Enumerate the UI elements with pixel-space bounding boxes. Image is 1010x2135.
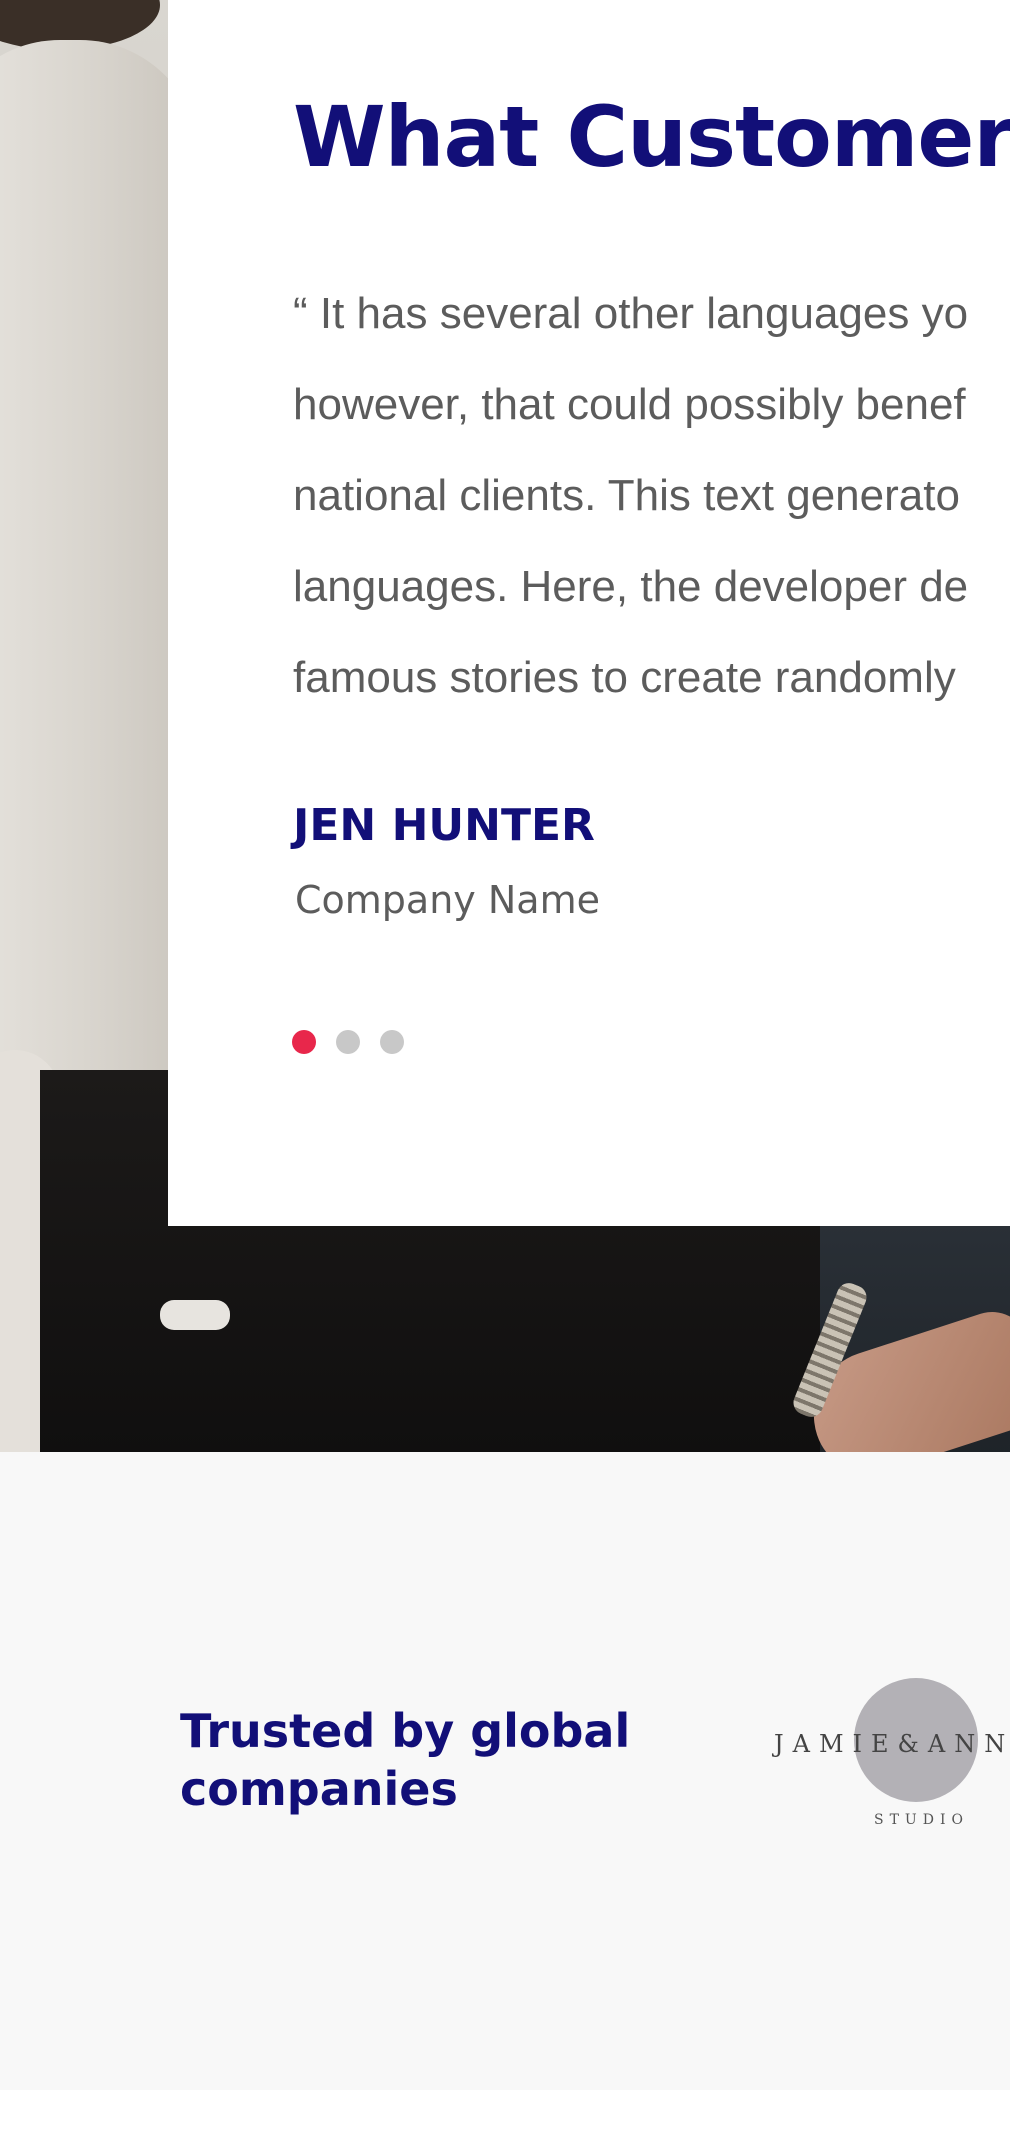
slider-dot[interactable] xyxy=(336,1030,360,1054)
quote-line: famous stories to create randomly xyxy=(293,653,956,702)
quote-line: however, that could possibly benef xyxy=(293,380,966,429)
author-company: Company Name xyxy=(295,878,600,922)
logo-subtext: STUDIO xyxy=(874,1812,969,1828)
slider-dot[interactable] xyxy=(380,1030,404,1054)
trusted-title-line: Trusted by global xyxy=(180,1704,631,1758)
quote-line: national clients. This text generato xyxy=(293,471,960,520)
slider-dots xyxy=(292,1030,404,1054)
quote-line: “ It has several other languages yo xyxy=(293,289,969,338)
photo-sneaker-shape xyxy=(160,1300,230,1330)
slider-dot-active[interactable] xyxy=(292,1030,316,1054)
quote-line: languages. Here, the developer de xyxy=(293,562,969,611)
testimonial-quote: “ It has several other languages yo howe… xyxy=(293,268,1010,723)
page-bottom-strip xyxy=(0,2090,1010,2135)
trusted-title-line: companies xyxy=(180,1762,458,1816)
testimonial-title: What Customer xyxy=(293,88,1010,186)
trusted-title: Trusted by global companies xyxy=(180,1702,660,1818)
logo-wordmark: JAMIE&ANN xyxy=(774,1730,1010,1758)
author-name: JEN HUNTER xyxy=(293,800,595,851)
testimonial-card: What Customer “ It has several other lan… xyxy=(168,0,1010,1226)
trusted-section: Trusted by global companies JAMIE&ANN ST… xyxy=(0,1452,1010,2090)
partner-logo: JAMIE&ANN STUDIO xyxy=(770,1678,1010,1838)
